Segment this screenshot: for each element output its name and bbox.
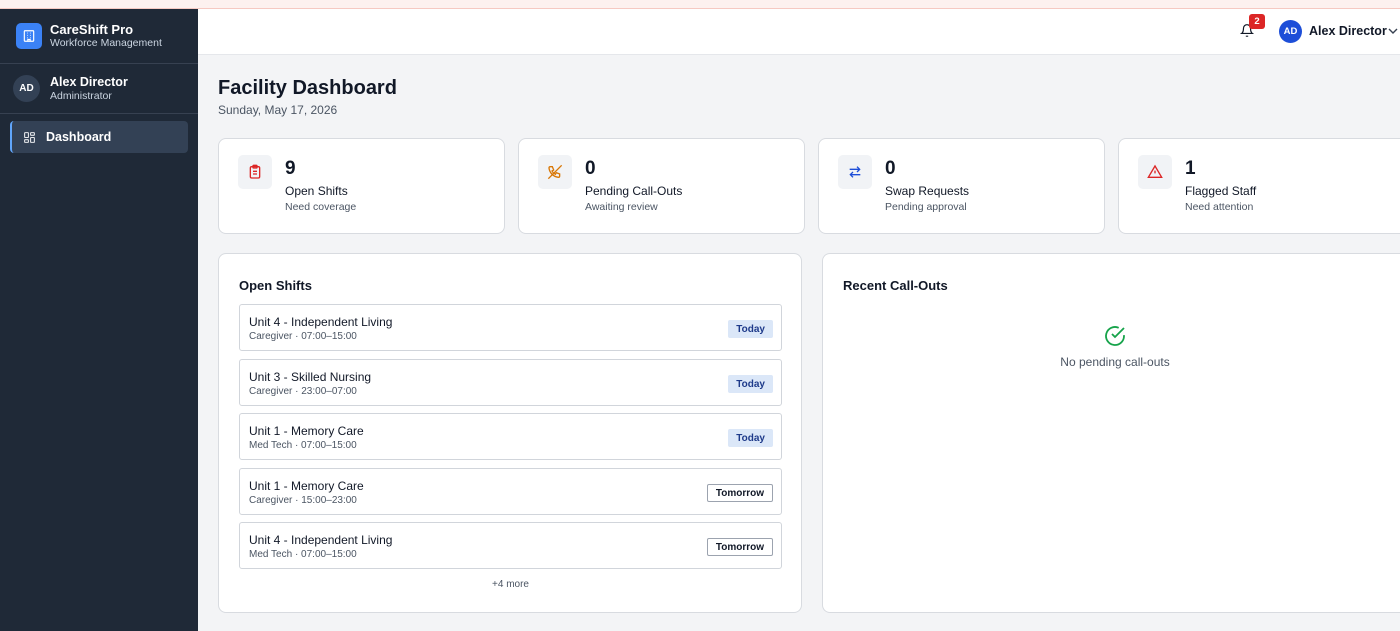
shift-unit: Unit 4 - Independent Living bbox=[249, 315, 393, 329]
sidebar-user-role: Administrator bbox=[50, 89, 112, 102]
recent-callouts-panel: Recent Call-Outs No pending call-outs bbox=[822, 253, 1400, 613]
stat-sub: Pending approval bbox=[885, 201, 967, 213]
page-date: Sunday, May 17, 2026 bbox=[218, 103, 338, 117]
stat-card-open-shifts[interactable]: 9 Open Shifts Need coverage bbox=[218, 138, 505, 234]
grid-icon bbox=[24, 131, 35, 143]
shift-meta: Caregiver · 23:00–07:00 bbox=[249, 386, 357, 397]
stat-sub: Need attention bbox=[1185, 201, 1254, 213]
clipboard-icon bbox=[238, 155, 272, 189]
day-tag: Today bbox=[728, 320, 773, 338]
stat-value: 0 bbox=[585, 158, 596, 179]
shift-meta: Caregiver · 15:00–23:00 bbox=[249, 495, 357, 506]
top-header: 2 AD Alex Director bbox=[198, 9, 1400, 55]
shift-row[interactable]: Unit 1 - Memory Care Med Tech · 07:00–15… bbox=[239, 413, 782, 460]
day-tag: Tomorrow bbox=[706, 538, 773, 556]
app-subtitle: Workforce Management bbox=[50, 37, 162, 49]
phone-off-icon bbox=[538, 155, 572, 189]
stat-card-pending-callouts[interactable]: 0 Pending Call-Outs Awaiting review bbox=[518, 138, 805, 234]
header-user-name[interactable]: Alex Director bbox=[1309, 24, 1387, 38]
shift-meta: Caregiver · 07:00–15:00 bbox=[249, 331, 357, 342]
top-strip bbox=[0, 0, 1400, 9]
shift-row[interactable]: Unit 3 - Skilled Nursing Caregiver · 23:… bbox=[239, 359, 782, 406]
more-shifts-link[interactable]: +4 more bbox=[239, 579, 782, 590]
shift-row[interactable]: Unit 4 - Independent Living Caregiver · … bbox=[239, 304, 782, 351]
shift-meta: Med Tech · 07:00–15:00 bbox=[249, 549, 357, 560]
check-circle-icon bbox=[1105, 326, 1125, 346]
header-avatar[interactable]: AD bbox=[1279, 20, 1302, 43]
shift-row[interactable]: Unit 1 - Memory Care Caregiver · 15:00–2… bbox=[239, 468, 782, 515]
day-tag: Tomorrow bbox=[706, 484, 773, 502]
warning-icon bbox=[1138, 155, 1172, 189]
shift-unit: Unit 1 - Memory Care bbox=[249, 479, 364, 493]
stat-value: 1 bbox=[1185, 158, 1196, 179]
stat-value: 0 bbox=[885, 158, 896, 179]
swap-icon bbox=[838, 155, 872, 189]
panel-title: Open Shifts bbox=[239, 278, 312, 293]
stat-label: Open Shifts bbox=[285, 184, 348, 198]
stat-value: 9 bbox=[285, 158, 296, 179]
shift-unit: Unit 3 - Skilled Nursing bbox=[249, 370, 372, 384]
app-name: CareShift Pro bbox=[50, 22, 134, 37]
shift-unit: Unit 4 - Independent Living bbox=[249, 533, 393, 547]
sidebar-item-dashboard[interactable]: Dashboard bbox=[10, 121, 188, 153]
stat-label: Swap Requests bbox=[885, 184, 970, 198]
building-icon bbox=[16, 23, 42, 49]
empty-state-text: No pending call-outs bbox=[1060, 355, 1170, 369]
sidebar-user: AD Alex Director Administrator bbox=[0, 64, 198, 114]
panel-title: Recent Call-Outs bbox=[843, 278, 948, 293]
shift-unit: Unit 1 - Memory Care bbox=[249, 424, 364, 438]
page-title: Facility Dashboard bbox=[218, 77, 397, 99]
stat-sub: Awaiting review bbox=[585, 201, 658, 213]
stat-sub: Need coverage bbox=[285, 201, 357, 213]
day-tag: Today bbox=[728, 375, 773, 393]
sidebar: CareShift Pro Workforce Management AD Al… bbox=[0, 9, 198, 631]
day-tag: Today bbox=[728, 429, 773, 447]
stat-card-swap-requests[interactable]: 0 Swap Requests Pending approval bbox=[818, 138, 1105, 234]
stat-label: Pending Call-Outs bbox=[585, 184, 683, 198]
chevron-down-icon[interactable] bbox=[1388, 28, 1398, 35]
avatar: AD bbox=[13, 75, 40, 102]
stat-card-flagged-staff[interactable]: 1 Flagged Staff Need attention bbox=[1118, 138, 1400, 234]
shift-meta: Med Tech · 07:00–15:00 bbox=[249, 440, 357, 451]
shift-row[interactable]: Unit 4 - Independent Living Med Tech · 0… bbox=[239, 522, 782, 569]
open-shifts-panel: Open Shifts Unit 4 - Independent Living … bbox=[218, 253, 802, 613]
stat-label: Flagged Staff bbox=[1185, 184, 1257, 198]
notification-badge: 2 bbox=[1249, 14, 1265, 29]
brand[interactable]: CareShift Pro Workforce Management bbox=[0, 9, 198, 64]
sidebar-item-label: Dashboard bbox=[46, 130, 112, 144]
sidebar-user-name: Alex Director bbox=[50, 74, 128, 89]
